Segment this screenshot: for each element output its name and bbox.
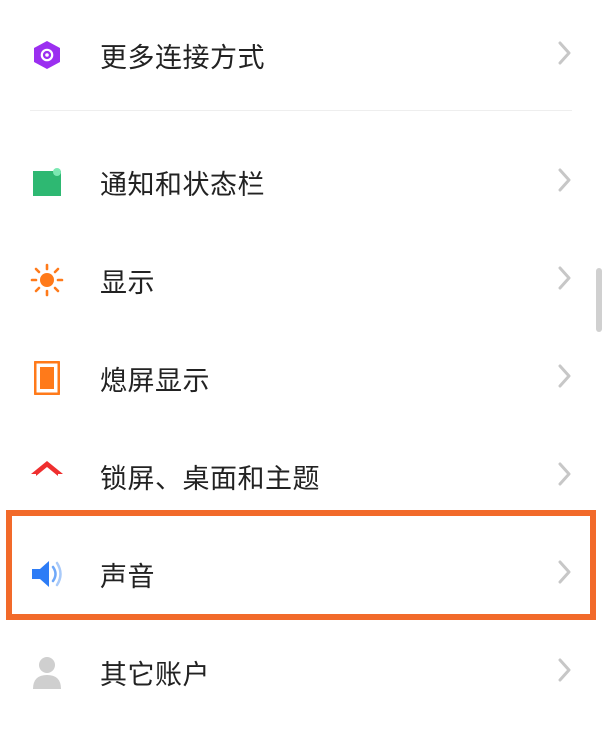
chevron-right-icon	[558, 41, 572, 70]
sound-icon	[30, 559, 64, 589]
chevron-right-icon	[558, 560, 572, 589]
settings-label: 更多连接方式	[100, 36, 558, 75]
settings-row-sound[interactable]: 声音	[30, 525, 572, 623]
settings-label: 锁屏、桌面和主题	[100, 457, 558, 496]
settings-row-notification-status[interactable]: 通知和状态栏	[30, 133, 572, 231]
lockscreen-theme-icon	[30, 461, 64, 491]
settings-label: 通知和状态栏	[100, 163, 558, 202]
settings-list: 更多连接方式 通知和状态栏	[0, 0, 602, 721]
other-accounts-icon	[30, 655, 64, 689]
chevron-right-icon	[558, 658, 572, 687]
divider	[30, 110, 572, 111]
settings-label: 熄屏显示	[100, 359, 558, 398]
settings-row-ambient-display[interactable]: 熄屏显示	[30, 329, 572, 427]
settings-label: 显示	[100, 261, 558, 300]
display-icon	[30, 263, 64, 297]
chevron-right-icon	[558, 364, 572, 393]
settings-label: 声音	[100, 555, 558, 594]
settings-row-display[interactable]: 显示	[30, 231, 572, 329]
ambient-display-icon	[30, 361, 64, 395]
settings-label: 其它账户	[100, 653, 558, 692]
settings-row-lockscreen-theme[interactable]: 锁屏、桌面和主题	[30, 427, 572, 525]
notification-status-icon	[30, 167, 64, 197]
chevron-right-icon	[558, 168, 572, 197]
settings-row-other-accounts[interactable]: 其它账户	[30, 623, 572, 721]
chevron-right-icon	[558, 266, 572, 295]
scrollbar-thumb[interactable]	[596, 268, 602, 332]
settings-row-more-connections[interactable]: 更多连接方式	[30, 0, 572, 110]
more-connections-icon	[30, 39, 64, 71]
chevron-right-icon	[558, 462, 572, 491]
